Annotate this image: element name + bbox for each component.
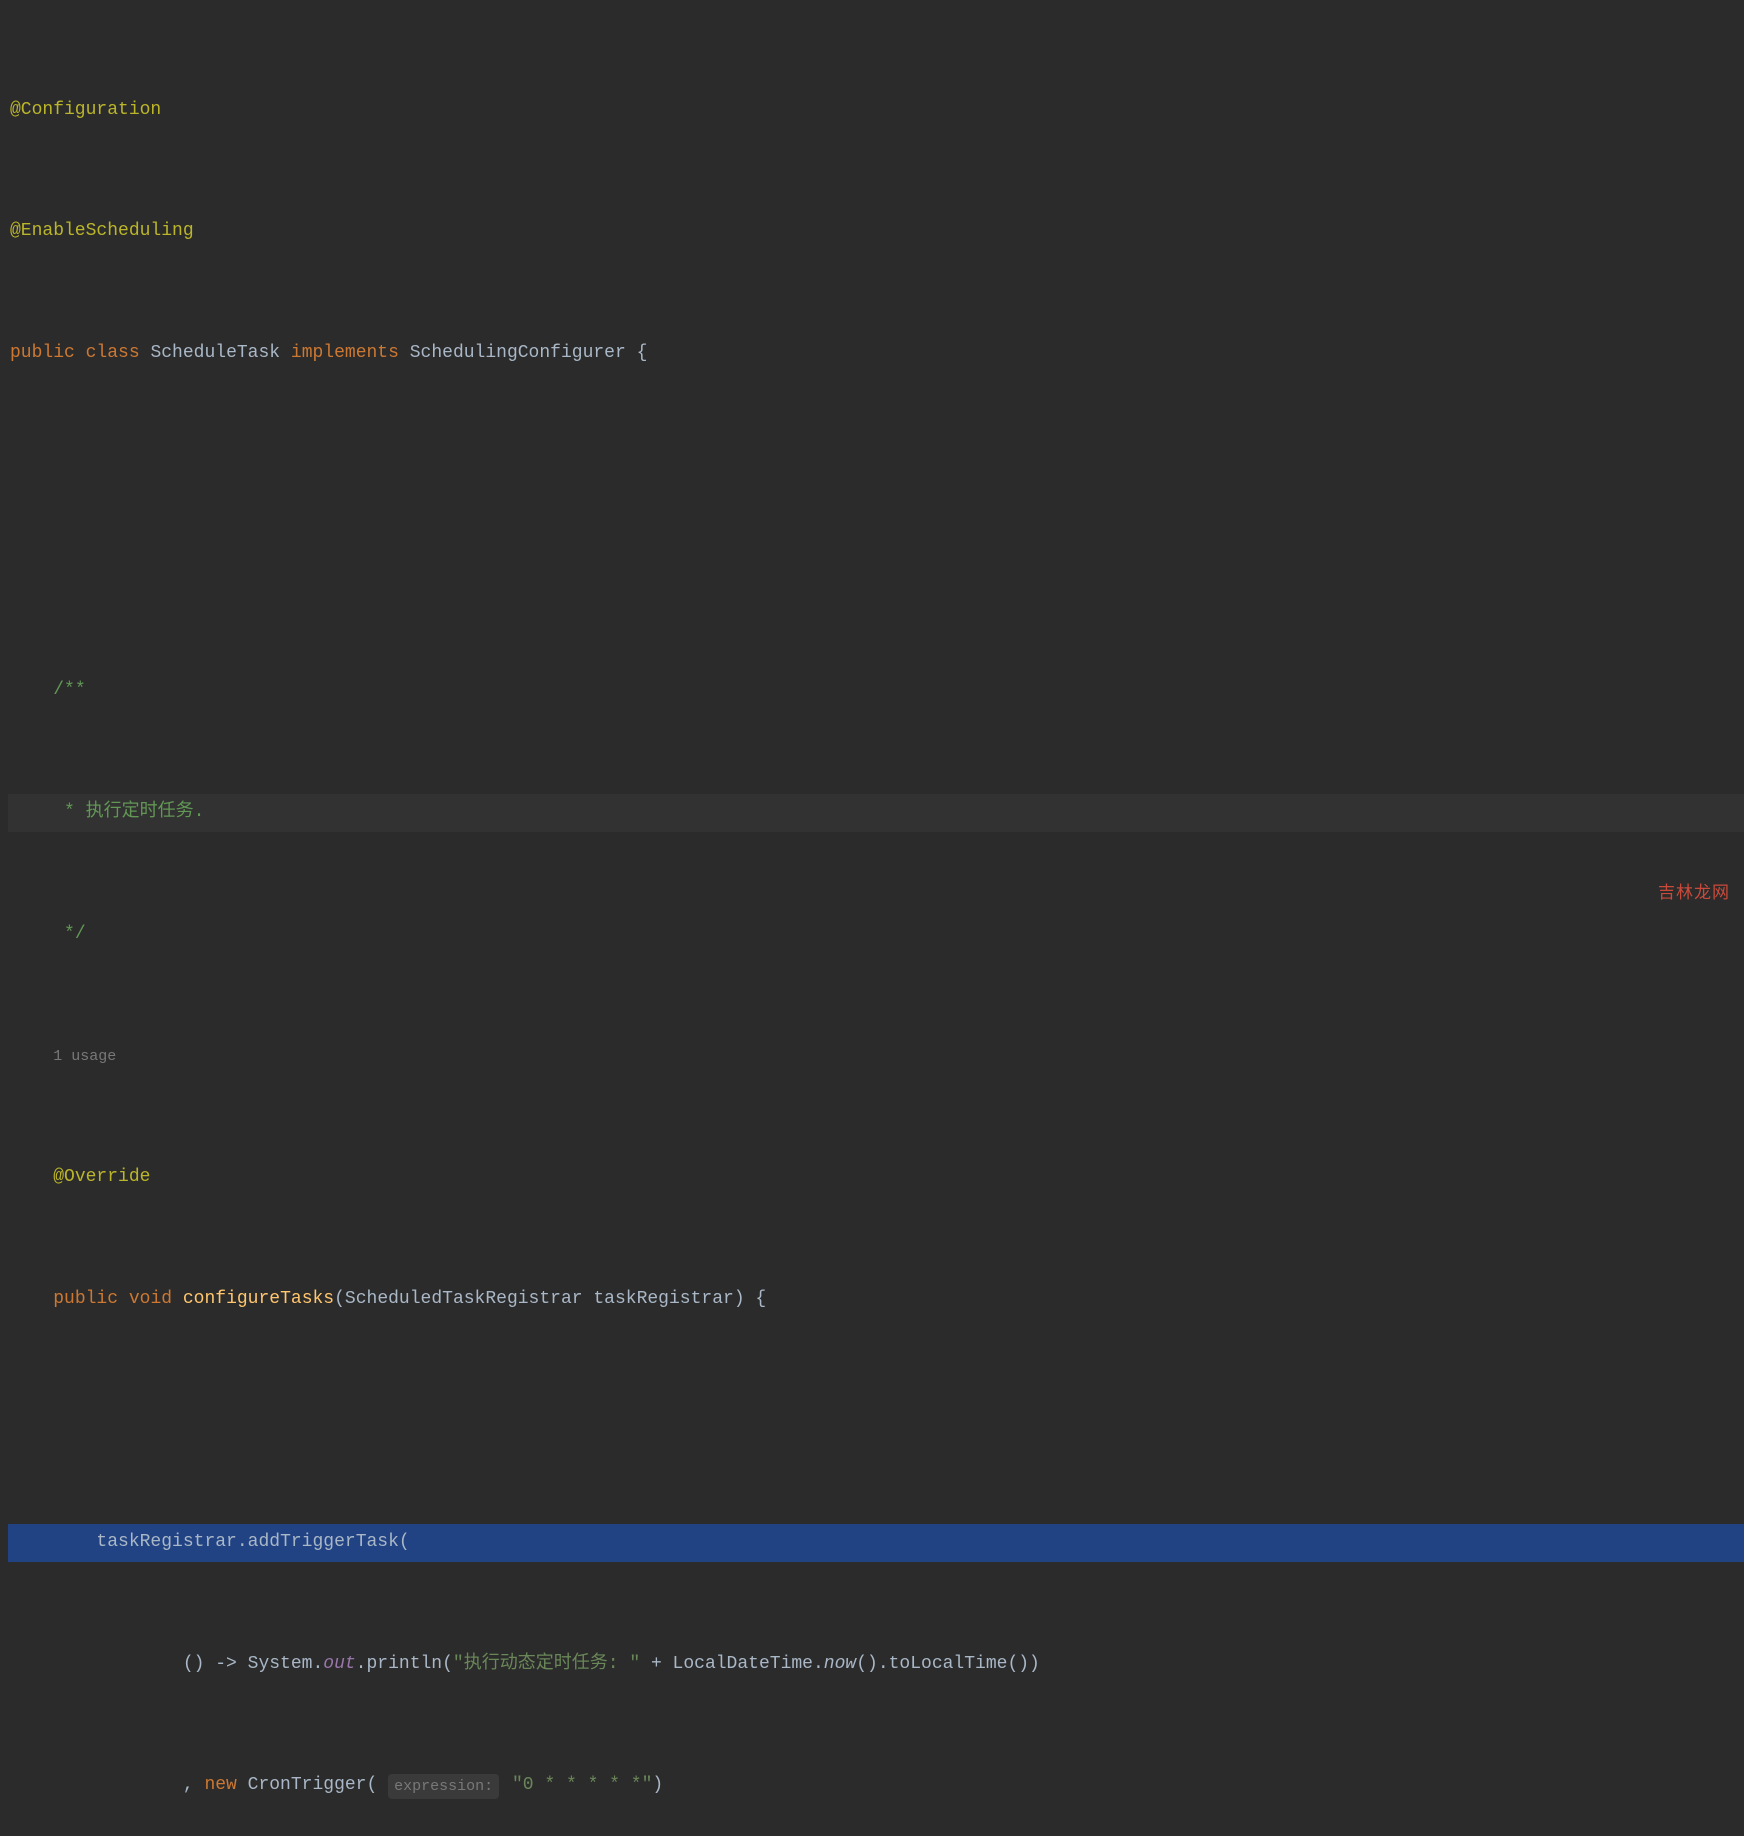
annotation-configuration: @Configuration (10, 97, 161, 125)
code-line[interactable]: @Override (8, 1159, 1744, 1197)
code-line-empty[interactable] (8, 1402, 1744, 1440)
paren: ) (652, 1772, 663, 1800)
javadoc-end: */ (53, 921, 85, 949)
class-name: ScheduleTask (150, 340, 280, 368)
keyword-void: void (129, 1286, 172, 1314)
class-ref: LocalDateTime (673, 1651, 813, 1679)
operator: + (640, 1651, 672, 1679)
string-literal-cron: "0 * * * * *" (512, 1772, 652, 1800)
paren: ( (334, 1286, 345, 1314)
annotation-override: @Override (53, 1164, 150, 1192)
annotation-enablescheduling: @EnableScheduling (10, 218, 194, 246)
keyword-implements: implements (291, 340, 399, 368)
code-line[interactable]: */ (8, 915, 1744, 953)
inlay-hint-expression[interactable]: expression: (388, 1774, 499, 1799)
keyword-class: class (86, 340, 140, 368)
method-call: toLocalTime (889, 1651, 1008, 1679)
code-line[interactable]: public void configureTasks(ScheduledTask… (8, 1281, 1744, 1319)
method-call: println (366, 1651, 442, 1679)
code-line[interactable]: @EnableScheduling (8, 213, 1744, 251)
paren: ( (399, 1529, 410, 1557)
paren-brace: ) { (734, 1286, 766, 1314)
string-literal: "执行动态定时任务: " (453, 1651, 640, 1679)
parens: ()) (1007, 1651, 1039, 1679)
comma: , (183, 1772, 205, 1800)
constructor-call: CronTrigger (248, 1772, 367, 1800)
watermark-text: 吉林龙网 (1658, 880, 1730, 906)
param-name: taskRegistrar (593, 1286, 733, 1314)
class-ref: System (248, 1651, 313, 1679)
code-line-selected[interactable]: taskRegistrar.addTriggerTask( (8, 1524, 1744, 1562)
code-line-empty[interactable] (8, 457, 1744, 495)
code-line[interactable]: , new CronTrigger( expression: "0 * * * … (8, 1767, 1744, 1805)
code-editor[interactable]: @Configuration @EnableScheduling public … (0, 0, 1744, 1836)
code-line[interactable]: /** (8, 672, 1744, 710)
javadoc-start: /** (53, 677, 85, 705)
static-method: now (824, 1651, 856, 1679)
method-declaration: configureTasks (183, 1286, 334, 1314)
variable-ref: taskRegistrar (96, 1529, 236, 1557)
keyword-new: new (204, 1772, 236, 1800)
static-field: out (323, 1651, 355, 1679)
code-line[interactable]: () -> System.out.println("执行动态定时任务: " + … (8, 1646, 1744, 1684)
code-line[interactable]: public class ScheduleTask implements Sch… (8, 335, 1744, 373)
lambda: () -> (183, 1651, 248, 1679)
param-type: ScheduledTaskRegistrar (345, 1286, 583, 1314)
usage-hint[interactable]: 1 usage (53, 1045, 116, 1068)
code-line-empty[interactable] (8, 550, 1744, 588)
code-line[interactable]: @Configuration (8, 92, 1744, 130)
keyword-public: public (10, 340, 75, 368)
interface-name: SchedulingConfigurer (410, 340, 626, 368)
brace: { (637, 340, 648, 368)
method-call: addTriggerTask (248, 1529, 399, 1557)
keyword-public: public (53, 1286, 118, 1314)
usage-hint-line[interactable]: 1 usage (8, 1037, 1744, 1075)
javadoc-body: * 执行定时任务. (53, 799, 204, 827)
code-line[interactable]: * 执行定时任务. (8, 794, 1744, 832)
